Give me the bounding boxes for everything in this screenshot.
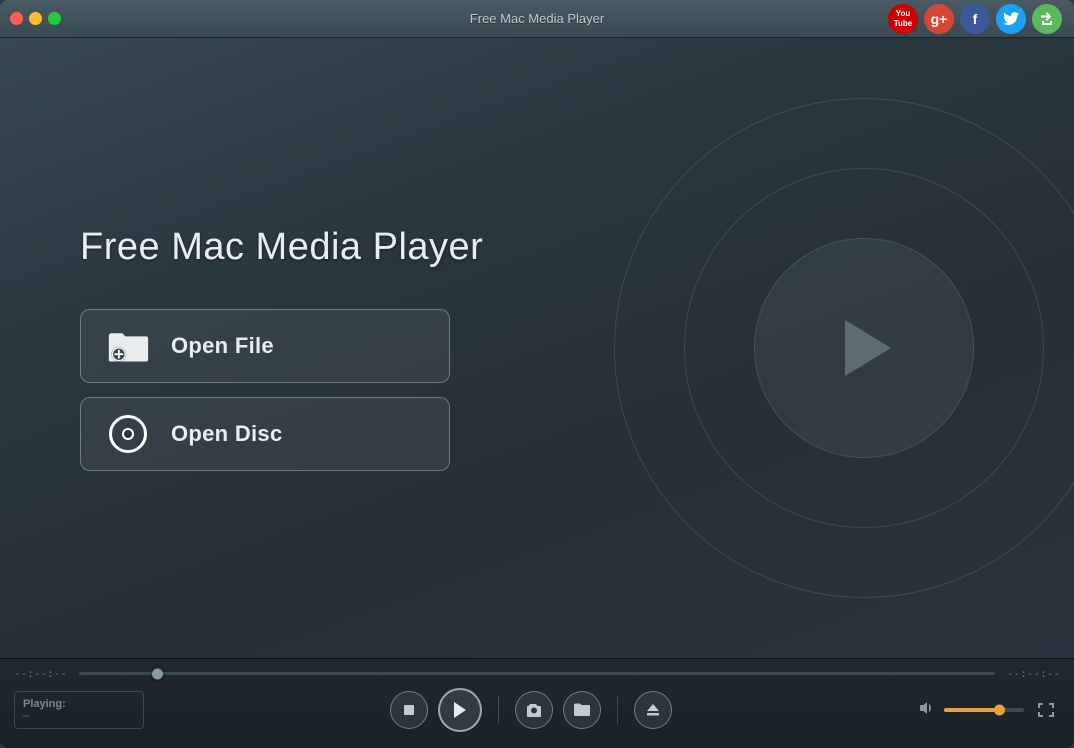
time-total: --:--:-- — [1005, 667, 1060, 680]
center-controls — [144, 688, 918, 732]
close-button[interactable] — [10, 12, 23, 25]
youtube-button[interactable]: YouTube — [888, 4, 918, 34]
eject-button[interactable] — [634, 691, 672, 729]
time-current: --:--:-- — [14, 667, 69, 680]
folder-open-icon — [573, 702, 591, 718]
open-file-icon — [105, 323, 151, 369]
volume-knob — [994, 705, 1005, 716]
open-disc-icon — [105, 411, 151, 457]
action-buttons: Open File Open Disc — [80, 309, 483, 471]
left-panel: Free Mac Media Player — [0, 226, 483, 471]
progress-track[interactable] — [79, 672, 995, 675]
disc-shape — [109, 415, 147, 453]
progress-row: --:--:-- --:--:-- — [0, 659, 1074, 684]
bottom-bar: --:--:-- --:--:-- Playing: – — [0, 658, 1074, 748]
screenshot-button[interactable] — [515, 691, 553, 729]
volume-fill — [944, 708, 998, 712]
volume-icon — [918, 700, 936, 721]
play-icon — [452, 701, 468, 719]
facebook-button[interactable]: f — [960, 4, 990, 34]
open-folder-button[interactable] — [563, 691, 601, 729]
stop-icon — [402, 703, 416, 717]
playing-box: Playing: – — [14, 691, 144, 729]
twitter-button[interactable] — [996, 4, 1026, 34]
facebook-label: f — [973, 11, 978, 27]
youtube-label: YouTube — [894, 9, 913, 28]
app-window: Free Mac Media Player YouTube g+ f — [0, 0, 1074, 748]
open-file-label: Open File — [171, 333, 274, 359]
fullscreen-icon — [1037, 702, 1055, 718]
twitter-icon — [1003, 12, 1019, 26]
share-button[interactable] — [1032, 4, 1062, 34]
open-disc-button[interactable]: Open Disc — [80, 397, 450, 471]
social-icons-bar: YouTube g+ f — [888, 4, 1062, 34]
disc-inner-circle — [122, 428, 134, 440]
controls-divider-2 — [617, 696, 618, 724]
stop-button[interactable] — [390, 691, 428, 729]
open-file-button[interactable]: Open File — [80, 309, 450, 383]
play-button[interactable] — [438, 688, 482, 732]
minimize-button[interactable] — [29, 12, 42, 25]
maximize-button[interactable] — [48, 12, 61, 25]
open-disc-label: Open Disc — [171, 421, 283, 447]
window-controls — [10, 12, 61, 25]
google-plus-label: g+ — [931, 11, 948, 27]
controls-row: Playing: – — [0, 684, 1074, 738]
share-icon — [1039, 11, 1055, 27]
controls-divider-1 — [498, 696, 499, 724]
camera-icon — [525, 702, 543, 718]
progress-knob[interactable] — [152, 668, 163, 679]
playing-label: Playing: — [23, 698, 135, 710]
folder-icon-svg — [107, 328, 149, 364]
volume-slider[interactable] — [944, 708, 1024, 712]
playing-value: – — [23, 710, 135, 722]
speaker-icon — [918, 700, 936, 716]
decorative-background — [604, 88, 1074, 608]
right-controls — [918, 696, 1060, 724]
fullscreen-button[interactable] — [1032, 696, 1060, 724]
main-content: Free Mac Media Player — [0, 38, 1074, 658]
title-bar: Free Mac Media Player YouTube g+ f — [0, 0, 1074, 38]
play-triangle-icon — [845, 320, 891, 376]
play-circle-deco — [754, 238, 974, 458]
app-title: Free Mac Media Player — [80, 226, 483, 269]
eject-icon — [645, 702, 661, 718]
window-title: Free Mac Media Player — [470, 11, 604, 26]
google-plus-button[interactable]: g+ — [924, 4, 954, 34]
